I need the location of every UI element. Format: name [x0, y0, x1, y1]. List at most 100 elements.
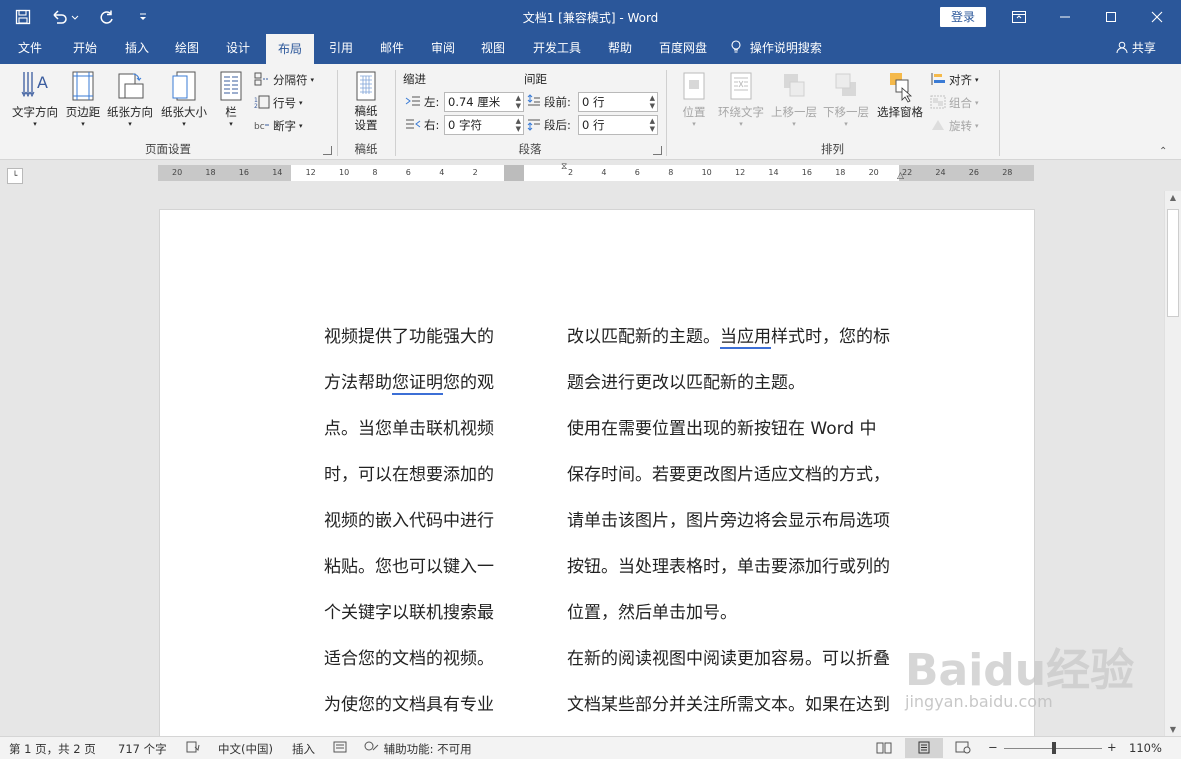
manuscript-settings-button[interactable]: 稿纸设置	[346, 70, 386, 132]
indent-right-text: 右:	[424, 118, 440, 132]
document-page[interactable]: 视频提供了功能强大的 方法帮助您证明您的观 点。当您单击联机视频 时，可以在想要…	[159, 209, 1035, 736]
macro-icon[interactable]	[333, 741, 347, 756]
word-count[interactable]: 717 个字	[118, 741, 167, 757]
ruler-tick: 14	[768, 168, 779, 177]
spelling-underlined-text: 当应用	[720, 327, 771, 349]
bring-forward-label: 上移一层	[771, 105, 817, 119]
scroll-down-icon[interactable]: ▼	[1165, 725, 1181, 734]
selection-pane-button[interactable]: 选择窗格	[874, 70, 926, 120]
spinner-arrows-icon[interactable]: ▲ ▼	[516, 94, 521, 110]
horizontal-ruler[interactable]: ⧖ △ 20 18 16 14 12 10 8 6 4 2 2 4 6 8 10 12 14 16 18 20 22 2…	[158, 162, 1034, 181]
zoom-in-icon[interactable]: +	[1107, 740, 1117, 754]
selection-pane-label: 选择窗格	[877, 105, 923, 119]
accessibility-icon	[364, 741, 380, 756]
tab-review[interactable]: 审阅	[420, 34, 466, 64]
tell-me-search[interactable]: 操作说明搜索	[730, 34, 840, 64]
tab-help[interactable]: 帮助	[597, 34, 643, 64]
tab-draw[interactable]: 绘图	[164, 34, 210, 64]
send-backward-icon	[835, 73, 856, 96]
indent-marker-icon[interactable]: ⧖	[561, 162, 567, 172]
tab-insert[interactable]: 插入	[114, 34, 160, 64]
minimize-icon[interactable]	[1042, 0, 1088, 34]
tab-developer[interactable]: 开发工具	[524, 34, 590, 64]
hyphenation-button[interactable]: bc 断字 ▾	[254, 116, 303, 136]
spinner-arrows-icon[interactable]: ▲ ▼	[650, 117, 655, 133]
text-column-1[interactable]: 视频提供了功能强大的 方法帮助您证明您的观 点。当您单击联机视频 时，可以在想要…	[324, 327, 504, 736]
manuscript-group-label: 稿纸	[354, 142, 378, 156]
size-button[interactable]: 纸张大小 ▾	[158, 70, 210, 128]
tab-mailings[interactable]: 邮件	[369, 34, 415, 64]
breaks-button[interactable]: 分隔符 ▾	[254, 70, 314, 90]
tab-references[interactable]: 引用	[318, 34, 364, 64]
ruler-tick: 8	[372, 168, 378, 177]
tab-design[interactable]: 设计	[215, 34, 261, 64]
insert-mode[interactable]: 插入	[292, 741, 315, 757]
position-button[interactable]: 位置 ▾	[672, 70, 716, 128]
page-setup-dialog-launcher[interactable]	[323, 146, 332, 155]
watermark-brand: Baidu经验	[905, 645, 1135, 696]
print-layout-icon[interactable]	[916, 741, 932, 757]
spinner-arrows-icon[interactable]: ▲ ▼	[650, 94, 655, 110]
ribbon-separator	[999, 70, 1000, 156]
orientation-button[interactable]: 纸张方向 ▾	[104, 70, 156, 128]
zoom-out-icon[interactable]: −	[988, 740, 998, 754]
text-direction-icon: A	[21, 72, 48, 98]
ribbon-layout: A 文字方向 ▾ 页边距 ▾ 纸张方向 ▾ 纸张大小 ▾ 栏 ▾ 分隔符 ▾ 12…	[0, 64, 1181, 160]
group-button[interactable]: 组合 ▾	[930, 93, 979, 113]
space-after-input[interactable]: 0 行 ▲ ▼	[578, 115, 658, 135]
orientation-label: 纸张方向	[107, 105, 153, 119]
read-mode-icon[interactable]	[876, 741, 892, 757]
margins-label: 页边距	[65, 105, 101, 119]
zoom-level[interactable]: 110%	[1129, 741, 1162, 755]
page-count[interactable]: 第 1 页，共 2 页	[9, 741, 96, 757]
space-before-input[interactable]: 0 行 ▲ ▼	[578, 92, 658, 112]
size-label: 纸张大小	[161, 105, 207, 119]
space-before-value: 0 行	[582, 95, 605, 109]
paragraph-dialog-launcher[interactable]	[653, 146, 662, 155]
scrollbar-thumb[interactable]	[1167, 209, 1179, 317]
text-line: 为使您的文档具有专业	[324, 695, 494, 715]
bring-forward-button[interactable]: 上移一层 ▾	[768, 70, 820, 128]
zoom-slider-thumb[interactable]	[1052, 742, 1056, 754]
text-line: 位置，然后单击加号。	[567, 603, 737, 623]
proofing-icon[interactable]	[186, 741, 200, 756]
accessibility-status[interactable]: 辅助功能: 不可用	[364, 741, 472, 757]
language[interactable]: 中文(中国)	[218, 741, 273, 757]
vertical-scrollbar[interactable]: ▲ ▼	[1164, 191, 1181, 736]
ribbon-display-options-icon[interactable]	[996, 0, 1042, 34]
tab-baidu-netdisk[interactable]: 百度网盘	[650, 34, 716, 64]
columns-button[interactable]: 栏 ▾	[214, 70, 248, 128]
bring-forward-icon	[784, 74, 805, 97]
maximize-icon[interactable]	[1088, 0, 1134, 34]
scroll-up-icon[interactable]: ▲	[1165, 193, 1181, 202]
tab-file[interactable]: 文件	[8, 34, 52, 64]
space-before-text: 段前:	[544, 95, 571, 109]
send-backward-button[interactable]: 下移一层 ▾	[820, 70, 872, 128]
align-button[interactable]: 对齐 ▾	[930, 70, 979, 90]
text-line: 题会进行更改以匹配新的主题。	[567, 373, 805, 393]
tab-view[interactable]: 视图	[470, 34, 516, 64]
text-column-2[interactable]: 改以匹配新的主题。当应用样式时，您的标 题会进行更改以匹配新的主题。 使用在需要…	[567, 327, 907, 736]
margins-button[interactable]: 页边距 ▾	[64, 70, 102, 128]
text-direction-label: 文字方向	[12, 105, 58, 119]
ruler-tick: 26	[968, 168, 979, 177]
line-numbers-button[interactable]: 12 行号 ▾	[254, 93, 303, 113]
wrap-text-button[interactable]: 环绕文字 ▾	[716, 70, 766, 128]
rotate-button[interactable]: 旋转 ▾	[930, 116, 979, 136]
tab-selector[interactable]: └	[7, 168, 23, 184]
indent-right-icon	[405, 118, 421, 133]
web-layout-icon[interactable]	[955, 741, 971, 757]
position-icon	[683, 72, 705, 100]
text-direction-button[interactable]: A 文字方向 ▾	[8, 70, 62, 128]
login-button[interactable]: 登录	[940, 7, 986, 27]
spinner-arrows-icon[interactable]: ▲ ▼	[516, 117, 521, 133]
tab-home[interactable]: 开始	[62, 34, 108, 64]
collapse-ribbon-icon[interactable]: ⌃	[1159, 146, 1167, 157]
tab-layout[interactable]: 布局	[266, 34, 314, 64]
close-icon[interactable]	[1134, 0, 1180, 34]
share-button[interactable]: 共享	[1108, 34, 1164, 64]
indent-right-input[interactable]: 0 字符 ▲ ▼	[444, 115, 524, 135]
indent-left-input[interactable]: 0.74 厘米 ▲ ▼	[444, 92, 524, 112]
column-gap-marker[interactable]	[504, 165, 524, 181]
tell-me-label: 操作说明搜索	[749, 41, 822, 55]
